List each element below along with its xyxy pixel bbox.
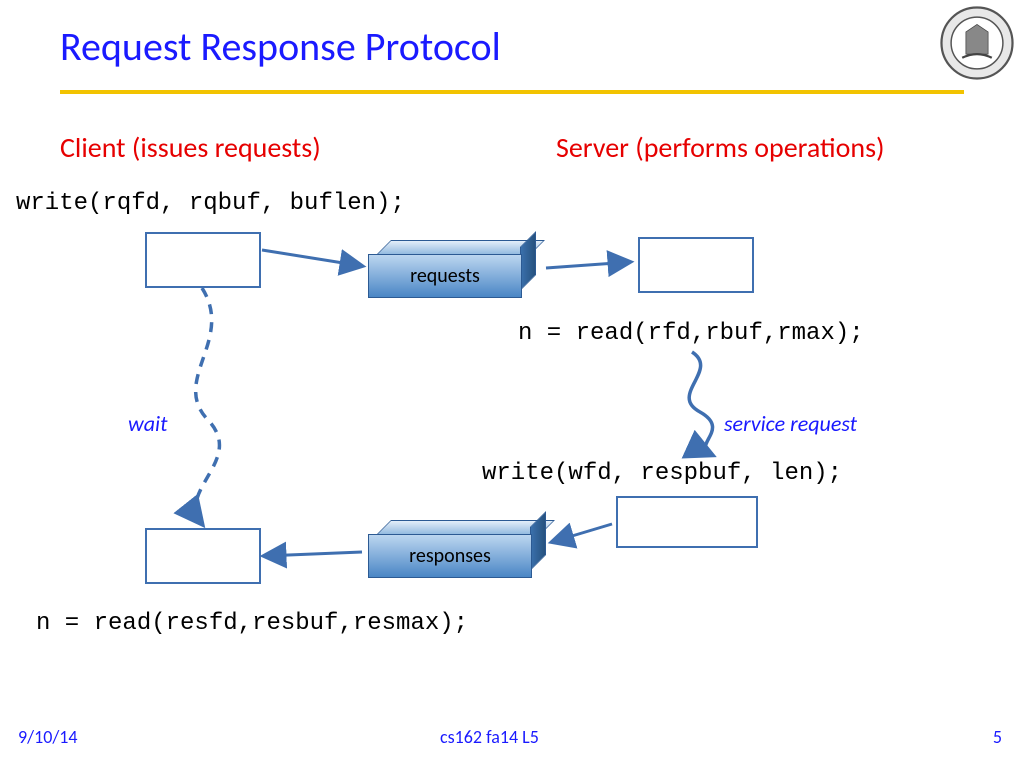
footer-date: 9/10/14 bbox=[18, 726, 78, 748]
server-read-code: n = read(rfd,rbuf,rmax); bbox=[518, 320, 864, 347]
responses-label: responses bbox=[368, 534, 532, 578]
arrows-layer bbox=[0, 0, 1024, 768]
title-underline bbox=[60, 90, 964, 94]
requests-channel-box: requests bbox=[368, 240, 536, 298]
server-heading: Server (performs operations) bbox=[556, 130, 885, 165]
server-response-buffer-box bbox=[616, 496, 758, 548]
wait-label: wait bbox=[128, 410, 167, 437]
client-request-buffer-box bbox=[145, 232, 261, 288]
footer-page: 5 bbox=[993, 726, 1002, 748]
slide-title: Request Response Protocol bbox=[60, 22, 501, 71]
requests-label: requests bbox=[368, 254, 522, 298]
slide: Request Response Protocol Client (issues… bbox=[0, 0, 1024, 768]
client-write-code: write(rqfd, rqbuf, buflen); bbox=[16, 190, 405, 217]
service-request-label: service request bbox=[724, 410, 857, 437]
server-write-code: write(wfd, respbuf, len); bbox=[482, 460, 842, 487]
university-seal-icon bbox=[940, 6, 1014, 80]
responses-channel-box: responses bbox=[368, 520, 546, 578]
footer-course: cs162 fa14 L5 bbox=[440, 726, 539, 748]
server-request-buffer-box bbox=[638, 237, 754, 293]
client-heading: Client (issues requests) bbox=[60, 130, 321, 165]
client-read-code: n = read(resfd,resbuf,resmax); bbox=[36, 610, 468, 637]
client-response-buffer-box bbox=[145, 528, 261, 584]
